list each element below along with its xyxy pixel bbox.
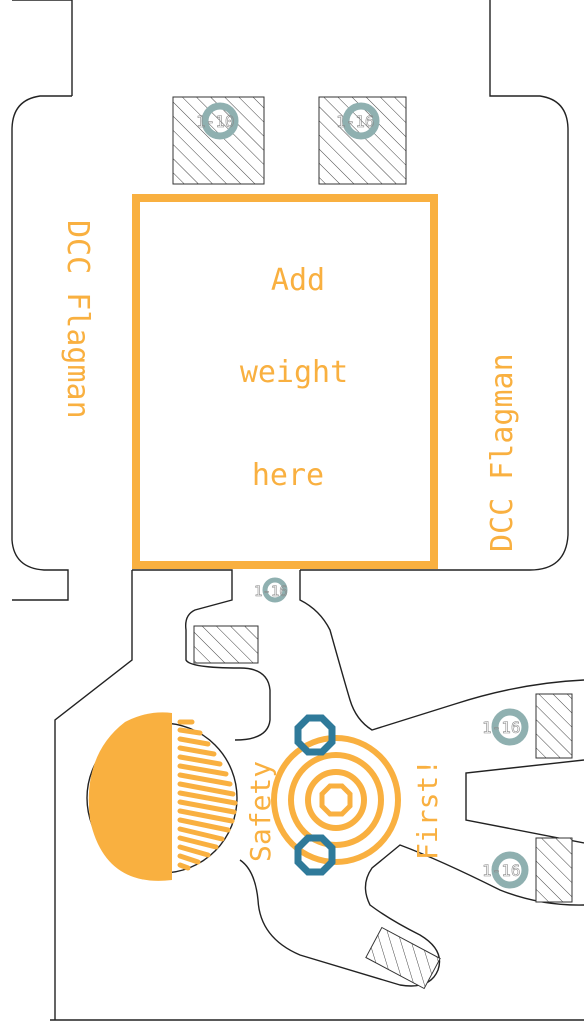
pad-label-3: 1-16 (254, 584, 288, 600)
flagman-head (86, 712, 238, 881)
label-safety: Safety (244, 761, 277, 862)
hex-via-top (294, 714, 336, 756)
pad-label-4: 1-16 (482, 718, 521, 737)
pad-right-lower (535, 837, 573, 903)
target-rings (271, 735, 401, 865)
pcb-layout: 1-10 1-16 1-16 1-16 1-16 Add weight here… (11, 0, 584, 1021)
pad-mid-left (193, 625, 259, 664)
label-right-vertical: DCC Flagman (485, 353, 520, 552)
label-left-vertical: DCC Flagman (60, 220, 95, 419)
pad-top-right (318, 96, 407, 185)
pad-label-2: 1-16 (336, 112, 375, 131)
pad-label-5: 1-16 (482, 861, 521, 880)
label-add: Add (271, 263, 325, 298)
label-here: here (252, 458, 324, 493)
label-weight: weight (240, 355, 348, 390)
pad-top-left (172, 96, 265, 185)
label-first: First! (411, 759, 444, 860)
pad-right-upper (535, 693, 573, 759)
flagman-hair-stripes (177, 719, 238, 871)
pad-label-1: 1-10 (196, 112, 235, 131)
pad-bottom-diagonal (365, 926, 441, 990)
